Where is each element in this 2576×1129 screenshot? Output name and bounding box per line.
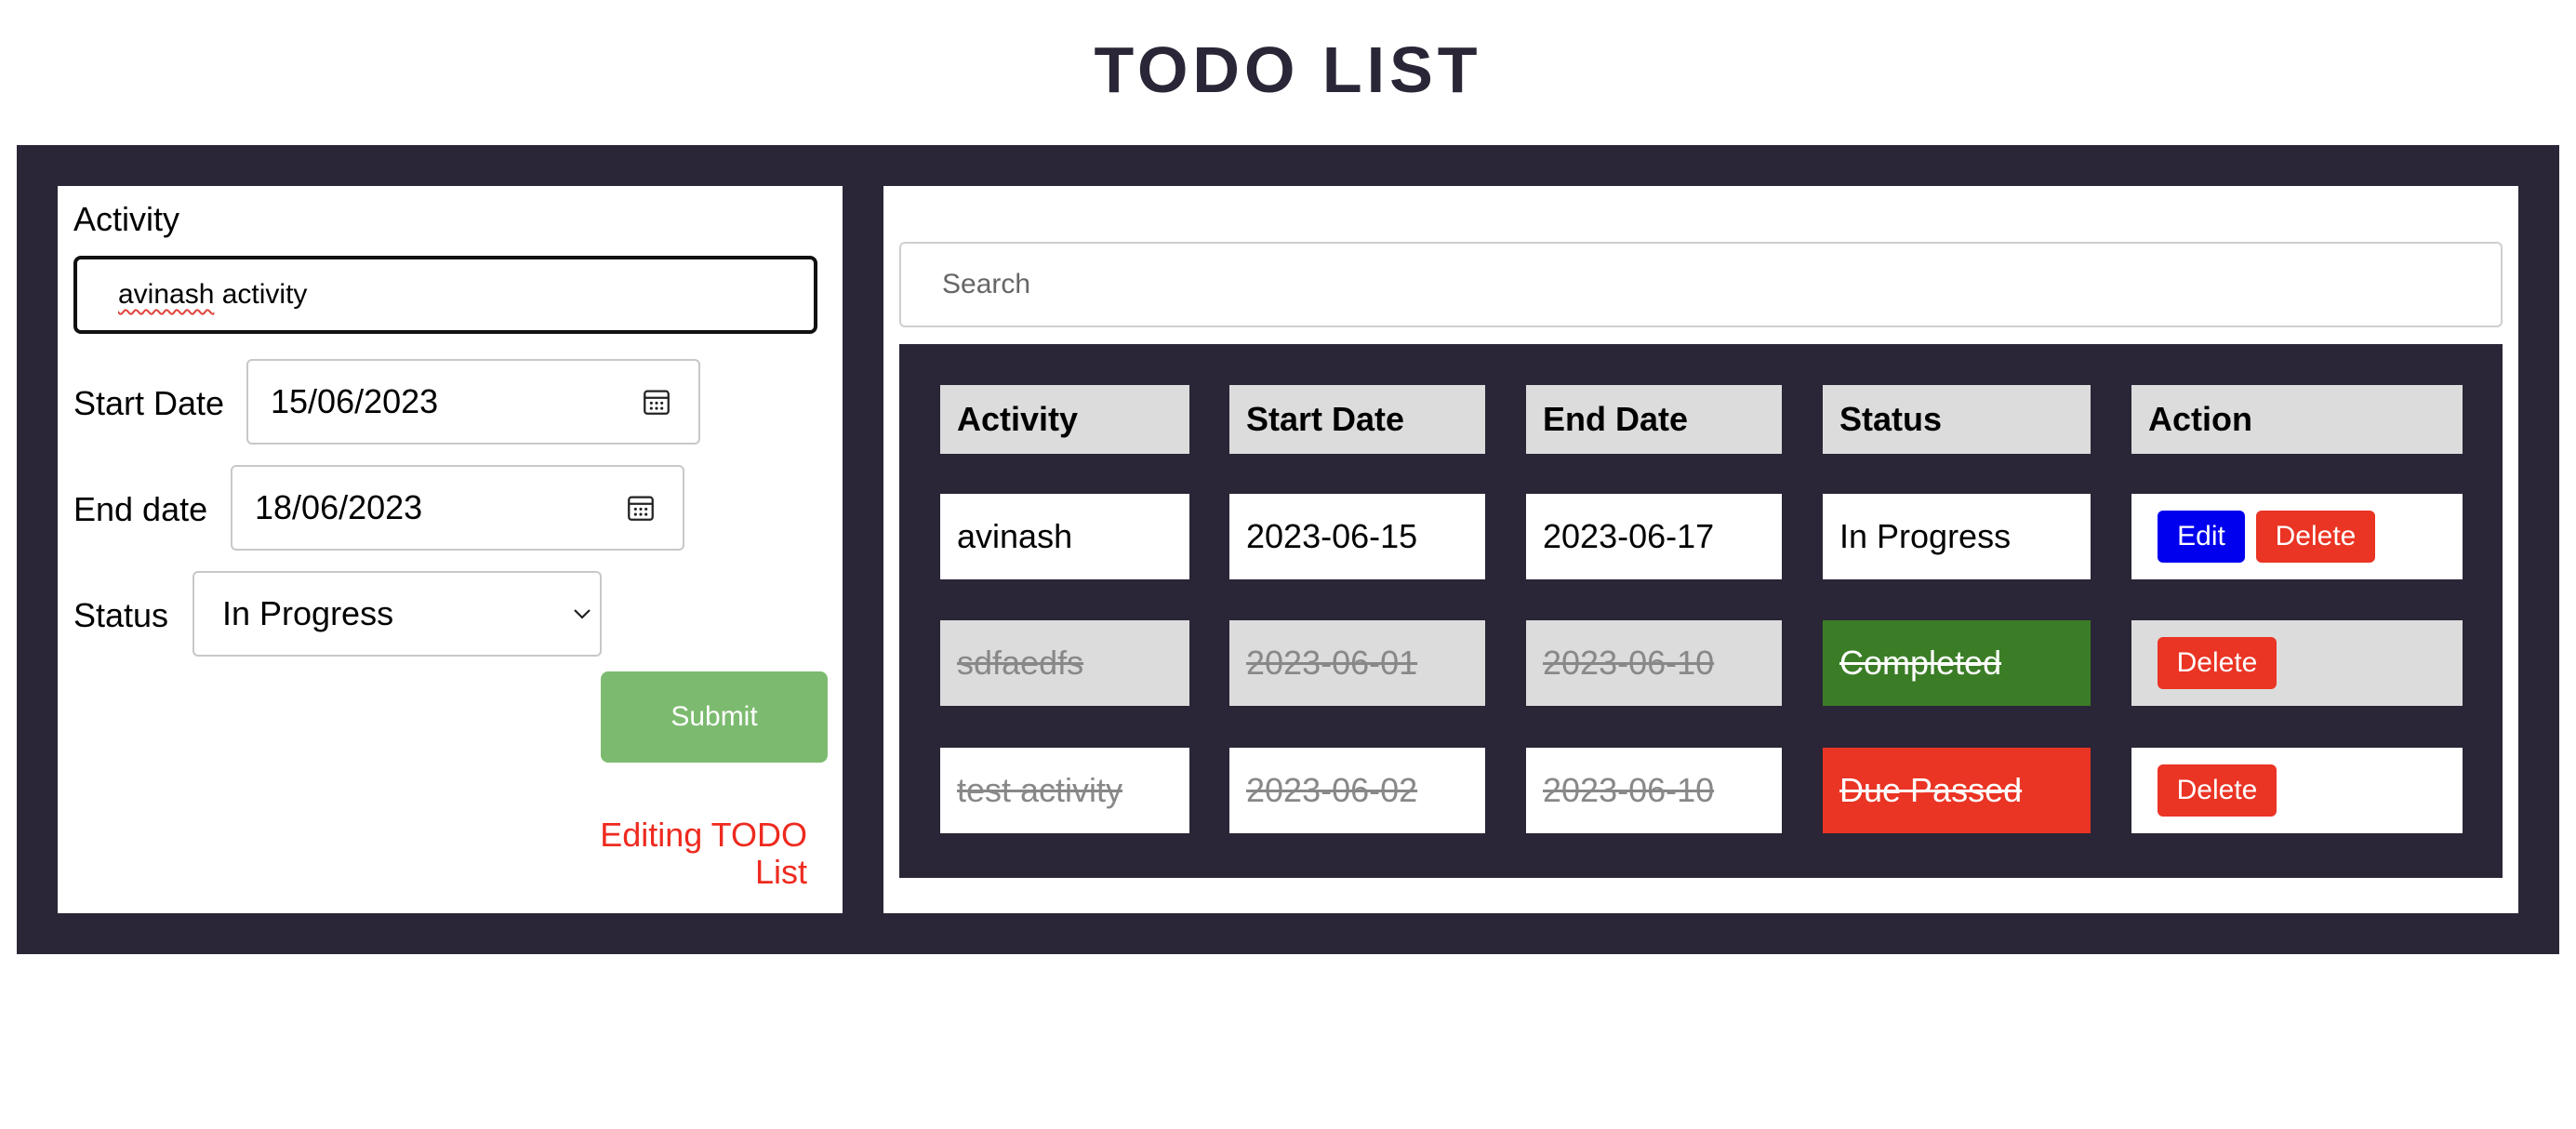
- header-action: Action: [2131, 385, 2463, 454]
- header-activity: Activity: [940, 385, 1189, 454]
- activity-input[interactable]: avinash activity: [73, 256, 817, 334]
- table-cell-start-date: 2023-06-02: [1229, 748, 1485, 833]
- header-end-date: End Date: [1526, 385, 1782, 454]
- end-date-input[interactable]: 18/06/2023: [231, 465, 684, 551]
- end-date-label: End date: [73, 490, 208, 528]
- search-input[interactable]: Search: [899, 242, 2503, 327]
- delete-button[interactable]: Delete: [2256, 511, 2375, 563]
- table-cell-activity: test activity: [940, 748, 1189, 833]
- header-status: Status: [1823, 385, 2091, 454]
- status-select-value: In Progress: [222, 594, 394, 632]
- header-start-date: Start Date: [1229, 385, 1485, 454]
- calendar-icon[interactable]: [625, 492, 657, 524]
- start-date-label: Start Date: [73, 384, 225, 422]
- start-date-value: 15/06/2023: [271, 382, 439, 420]
- table-cell-activity: sdfaedfs: [940, 620, 1189, 706]
- table-cell-activity: avinash: [940, 494, 1189, 579]
- activity-label: Activity: [73, 200, 180, 238]
- table-cell-status: Completed: [1823, 620, 2091, 706]
- table-cell-end-date: 2023-06-10: [1526, 620, 1782, 706]
- table-cell-end-date: 2023-06-10: [1526, 748, 1782, 833]
- table-cell-action: Delete: [2131, 748, 2463, 833]
- edit-button[interactable]: Edit: [2158, 511, 2245, 563]
- table-cell-action: Edit Delete: [2131, 494, 2463, 579]
- status-label: Status: [73, 596, 169, 634]
- table-cell-status: In Progress: [1823, 494, 2091, 579]
- delete-button[interactable]: Delete: [2158, 637, 2277, 689]
- app-frame: Activity avinash activity Start Date 15/…: [17, 145, 2559, 954]
- delete-button[interactable]: Delete: [2158, 764, 2277, 817]
- table-cell-end-date: 2023-06-17: [1526, 494, 1782, 579]
- submit-button[interactable]: Submit: [601, 671, 828, 763]
- table-cell-start-date: 2023-06-15: [1229, 494, 1485, 579]
- table-cell-status: Due Passed: [1823, 748, 2091, 833]
- activity-value-word: avinash: [118, 279, 215, 310]
- chevron-down-icon: [574, 609, 591, 619]
- table-cell-action: Delete: [2131, 620, 2463, 706]
- start-date-input[interactable]: 15/06/2023: [246, 359, 700, 445]
- todo-table: Activity Start Date End Date Status Acti…: [899, 344, 2503, 878]
- page-title: TODO LIST: [1094, 33, 1482, 106]
- end-date-value: 18/06/2023: [255, 488, 423, 526]
- table-cell-start-date: 2023-06-01: [1229, 620, 1485, 706]
- editing-status-text: Editing TODO List: [600, 816, 807, 891]
- activity-value-rest: activity: [214, 279, 308, 310]
- status-select[interactable]: In Progress: [193, 571, 602, 657]
- todo-list-panel: Search Activity Start Date End Date Stat…: [883, 186, 2518, 913]
- todo-form: Activity avinash activity Start Date 15/…: [58, 186, 843, 913]
- calendar-icon[interactable]: [641, 386, 672, 418]
- search-placeholder: Search: [942, 269, 1031, 299]
